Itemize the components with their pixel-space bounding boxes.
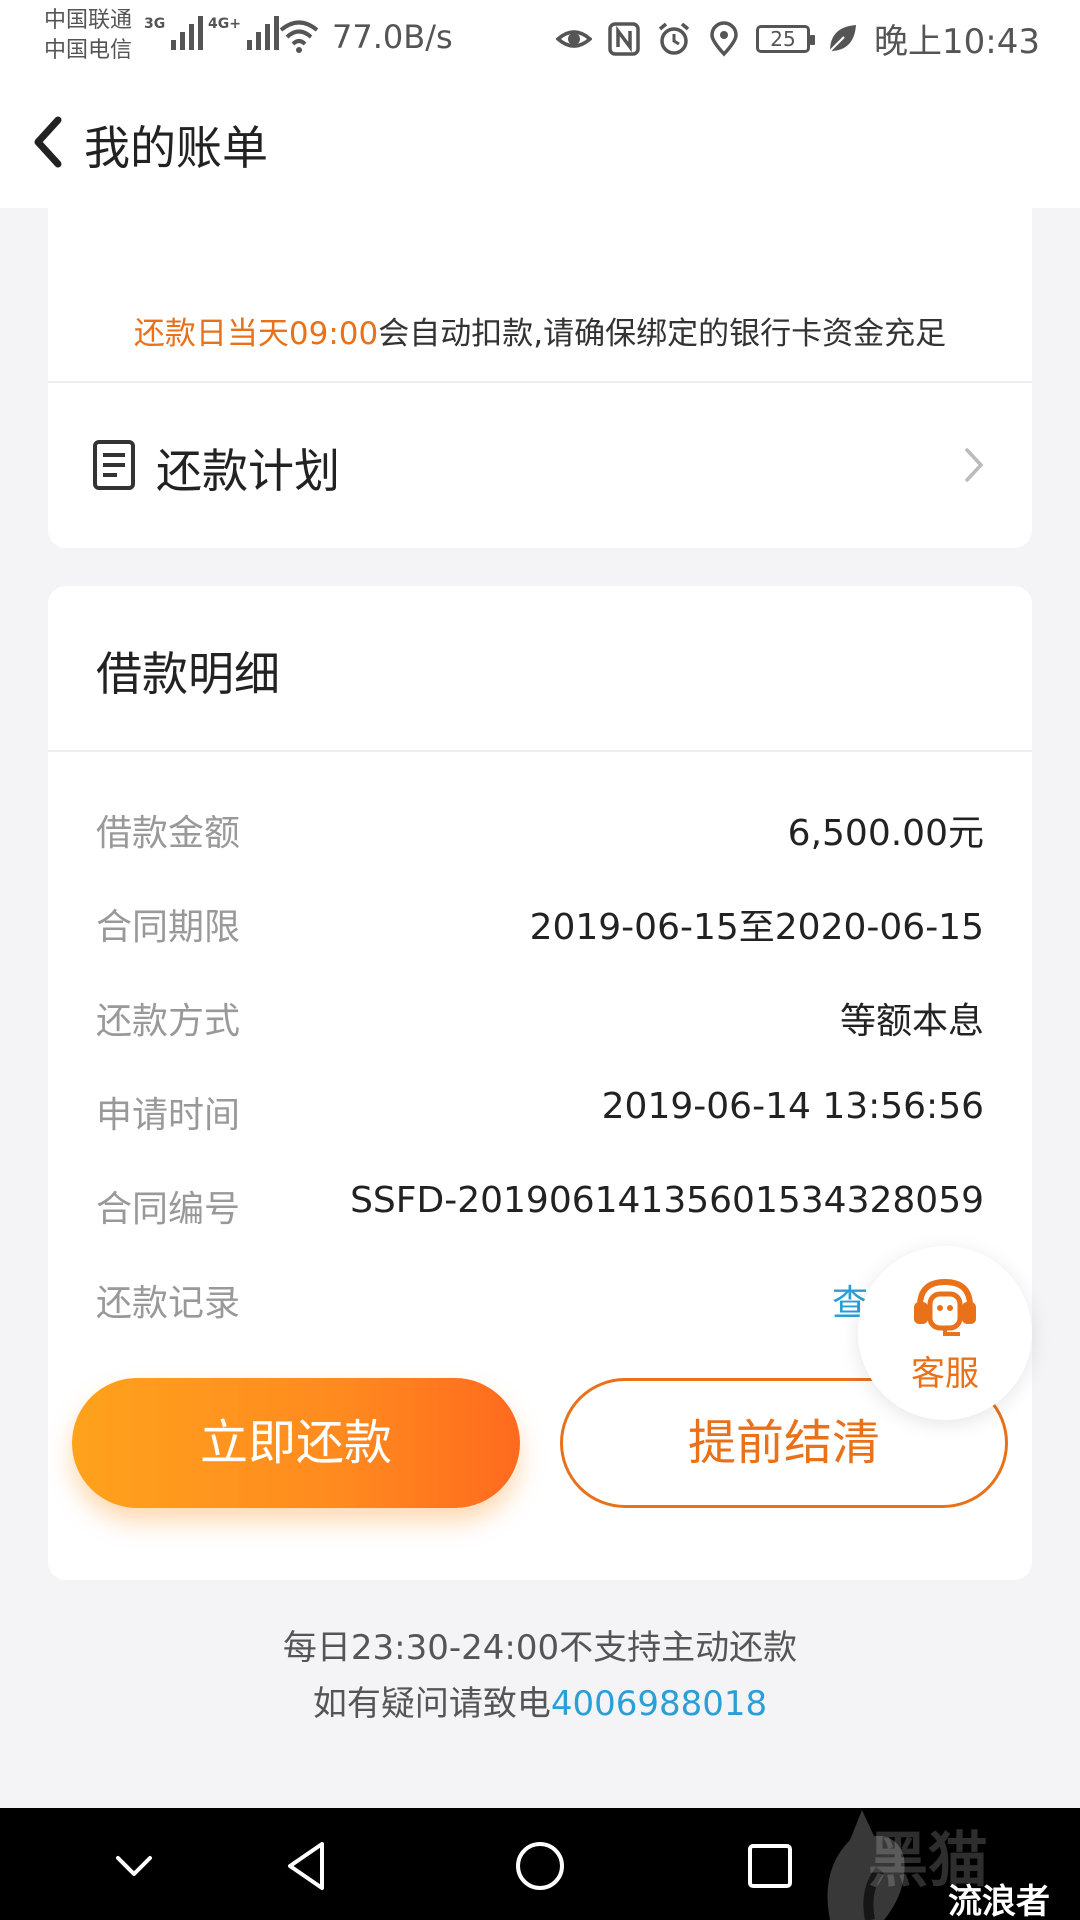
status-icons: 25 晚上10:43 bbox=[556, 14, 1040, 63]
headset-icon bbox=[914, 1278, 976, 1336]
detail-key: 申请时间 bbox=[96, 1095, 241, 1136]
net-speed: 77.0B/s bbox=[332, 18, 453, 56]
detail-value: SSFD-20190614135601534328059 bbox=[350, 1180, 984, 1221]
repay-time-notice: 每日23:30-24:00不支持主动还款 bbox=[282, 1628, 798, 1668]
nav-recents-icon[interactable] bbox=[740, 1836, 800, 1896]
contact-prefix: 如有疑问请致电 bbox=[312, 1684, 551, 1724]
contact-notice: 如有疑问请致电4006988018 bbox=[0, 1676, 1080, 1725]
wifi-icon bbox=[279, 20, 319, 53]
carrier-1: 中国联通 bbox=[44, 8, 133, 33]
nav-home-icon[interactable] bbox=[510, 1836, 570, 1896]
hotline-phone-link[interactable]: 4006988018 bbox=[551, 1684, 767, 1724]
carrier-names: 中国联通 中国电信 bbox=[44, 6, 132, 66]
notice-highlight: 还款日当天09:00 bbox=[133, 316, 379, 352]
app-header: 我的账单 bbox=[0, 78, 1080, 208]
divider bbox=[48, 750, 1032, 752]
customer-service-button[interactable]: 客服 bbox=[858, 1246, 1032, 1420]
network-2-label: 4G+ bbox=[208, 16, 241, 32]
detail-row-repay-method: 还款方式 等额本息 bbox=[96, 992, 984, 1052]
eye-icon bbox=[556, 29, 593, 48]
detail-value: 2019-06-15至2020-06-15 bbox=[529, 907, 984, 948]
detail-key: 还款方式 bbox=[96, 1001, 241, 1042]
back-arrow-icon[interactable] bbox=[28, 112, 68, 172]
signal-2-icon: 4G+ bbox=[208, 16, 279, 50]
detail-key: 还款记录 bbox=[96, 1283, 241, 1324]
status-bar: 中国联通 中国电信 3G 4G+ 77.0B/s 25 晚上10:43 bbox=[0, 0, 1080, 78]
detail-value: 2019-06-14 13:56:56 bbox=[601, 1086, 984, 1127]
detail-key: 借款金额 bbox=[96, 813, 241, 854]
detail-value: 等额本息 bbox=[839, 1001, 984, 1042]
document-icon bbox=[93, 440, 135, 490]
nav-back-icon[interactable] bbox=[278, 1836, 338, 1896]
location-icon bbox=[710, 20, 738, 57]
repayment-plan-row[interactable]: 还款计划 bbox=[48, 383, 1032, 548]
detail-key: 合同编号 bbox=[96, 1189, 241, 1230]
detail-row-contract-number: 合同编号 SSFD-20190614135601534328059 bbox=[96, 1180, 984, 1240]
signal-1-icon: 3G bbox=[144, 16, 204, 50]
customer-service-label: 客服 bbox=[911, 1354, 979, 1394]
battery-icon: 25 bbox=[756, 24, 816, 53]
network-1-label: 3G bbox=[144, 16, 166, 32]
detail-row-contract-term: 合同期限 2019-06-15至2020-06-15 bbox=[96, 898, 984, 958]
repayment-plan-label: 还款计划 bbox=[156, 444, 340, 498]
chevron-down-icon[interactable] bbox=[104, 1836, 164, 1896]
detail-value: 6,500.00元 bbox=[787, 813, 984, 854]
detail-row-amount: 借款金额 6,500.00元 bbox=[96, 804, 984, 864]
nfc-icon bbox=[608, 21, 640, 56]
bill-summary-card: 还款日当天09:00会自动扣款,请确保绑定的银行卡资金充足 还款计划 bbox=[48, 160, 1032, 548]
watermark-text: 流浪者 bbox=[948, 1882, 1050, 1920]
alarm-icon bbox=[658, 22, 690, 55]
carrier-2: 中国电信 bbox=[44, 38, 133, 63]
detail-row-repay-record: 还款记录 查 bbox=[96, 1274, 984, 1334]
auto-deduct-notice: 还款日当天09:00会自动扣款,请确保绑定的银行卡资金充足 bbox=[48, 308, 1032, 353]
detail-row-apply-time: 申请时间 2019-06-14 13:56:56 bbox=[96, 1086, 984, 1146]
chevron-right-icon bbox=[965, 448, 984, 482]
notice-rest: 会自动扣款,请确保绑定的银行卡资金充足 bbox=[378, 316, 947, 352]
leaf-icon bbox=[829, 24, 857, 52]
loan-detail-card: 借款明细 借款金额 6,500.00元 合同期限 2019-06-15至2020… bbox=[48, 586, 1032, 1580]
repay-now-button[interactable]: 立即还款 bbox=[72, 1378, 520, 1508]
loan-detail-title: 借款明细 bbox=[96, 647, 280, 701]
clock-time: 晚上10:43 bbox=[874, 22, 1040, 62]
detail-key: 合同期限 bbox=[96, 907, 241, 948]
page-title: 我的账单 bbox=[84, 121, 268, 175]
